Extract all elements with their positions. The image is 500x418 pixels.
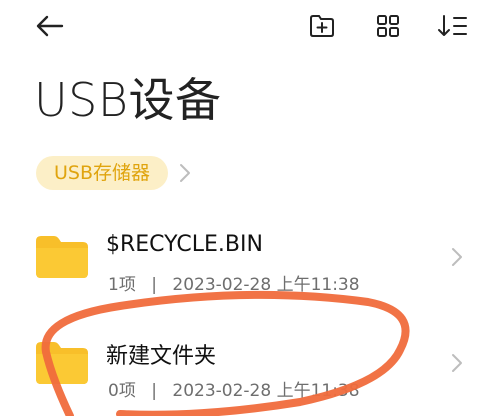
file-list-item[interactable]: 新建文件夹 0项 | 2023-02-28 上午11:38 bbox=[0, 326, 500, 418]
item-count: 0项 bbox=[108, 381, 136, 401]
modified-date: 2023-02-28 上午11:38 bbox=[172, 275, 360, 295]
chevron-right-icon bbox=[180, 164, 190, 182]
meta-separator: | bbox=[151, 381, 157, 401]
chevron-right-icon bbox=[452, 248, 462, 266]
top-toolbar bbox=[0, 0, 500, 50]
breadcrumb-usb-storage[interactable]: USB存储器 bbox=[36, 156, 169, 190]
file-list-item[interactable]: $RECYCLE.BIN 1项 | 2023-02-28 上午11:38 bbox=[0, 220, 500, 312]
item-count: 1项 bbox=[108, 275, 136, 295]
sort-button[interactable] bbox=[434, 8, 470, 44]
arrow-left-icon bbox=[36, 15, 64, 37]
file-meta: 1项 | 2023-02-28 上午11:38 bbox=[108, 270, 360, 295]
add-folder-icon bbox=[310, 15, 334, 37]
chevron-right-icon bbox=[452, 354, 462, 372]
new-folder-button[interactable] bbox=[304, 8, 340, 44]
view-mode-button[interactable] bbox=[370, 8, 406, 44]
grid-view-icon bbox=[377, 15, 399, 37]
file-meta: 0项 | 2023-02-28 上午11:38 bbox=[108, 376, 360, 401]
meta-separator: | bbox=[151, 275, 157, 295]
sort-icon bbox=[438, 15, 467, 36]
folder-icon bbox=[36, 342, 88, 384]
file-name: 新建文件夹 bbox=[106, 344, 217, 369]
folder-icon bbox=[36, 236, 88, 278]
modified-date: 2023-02-28 上午11:38 bbox=[172, 381, 360, 401]
page-title: USB设备 bbox=[34, 73, 222, 127]
back-button[interactable] bbox=[32, 8, 68, 44]
file-name: $RECYCLE.BIN bbox=[106, 232, 263, 257]
